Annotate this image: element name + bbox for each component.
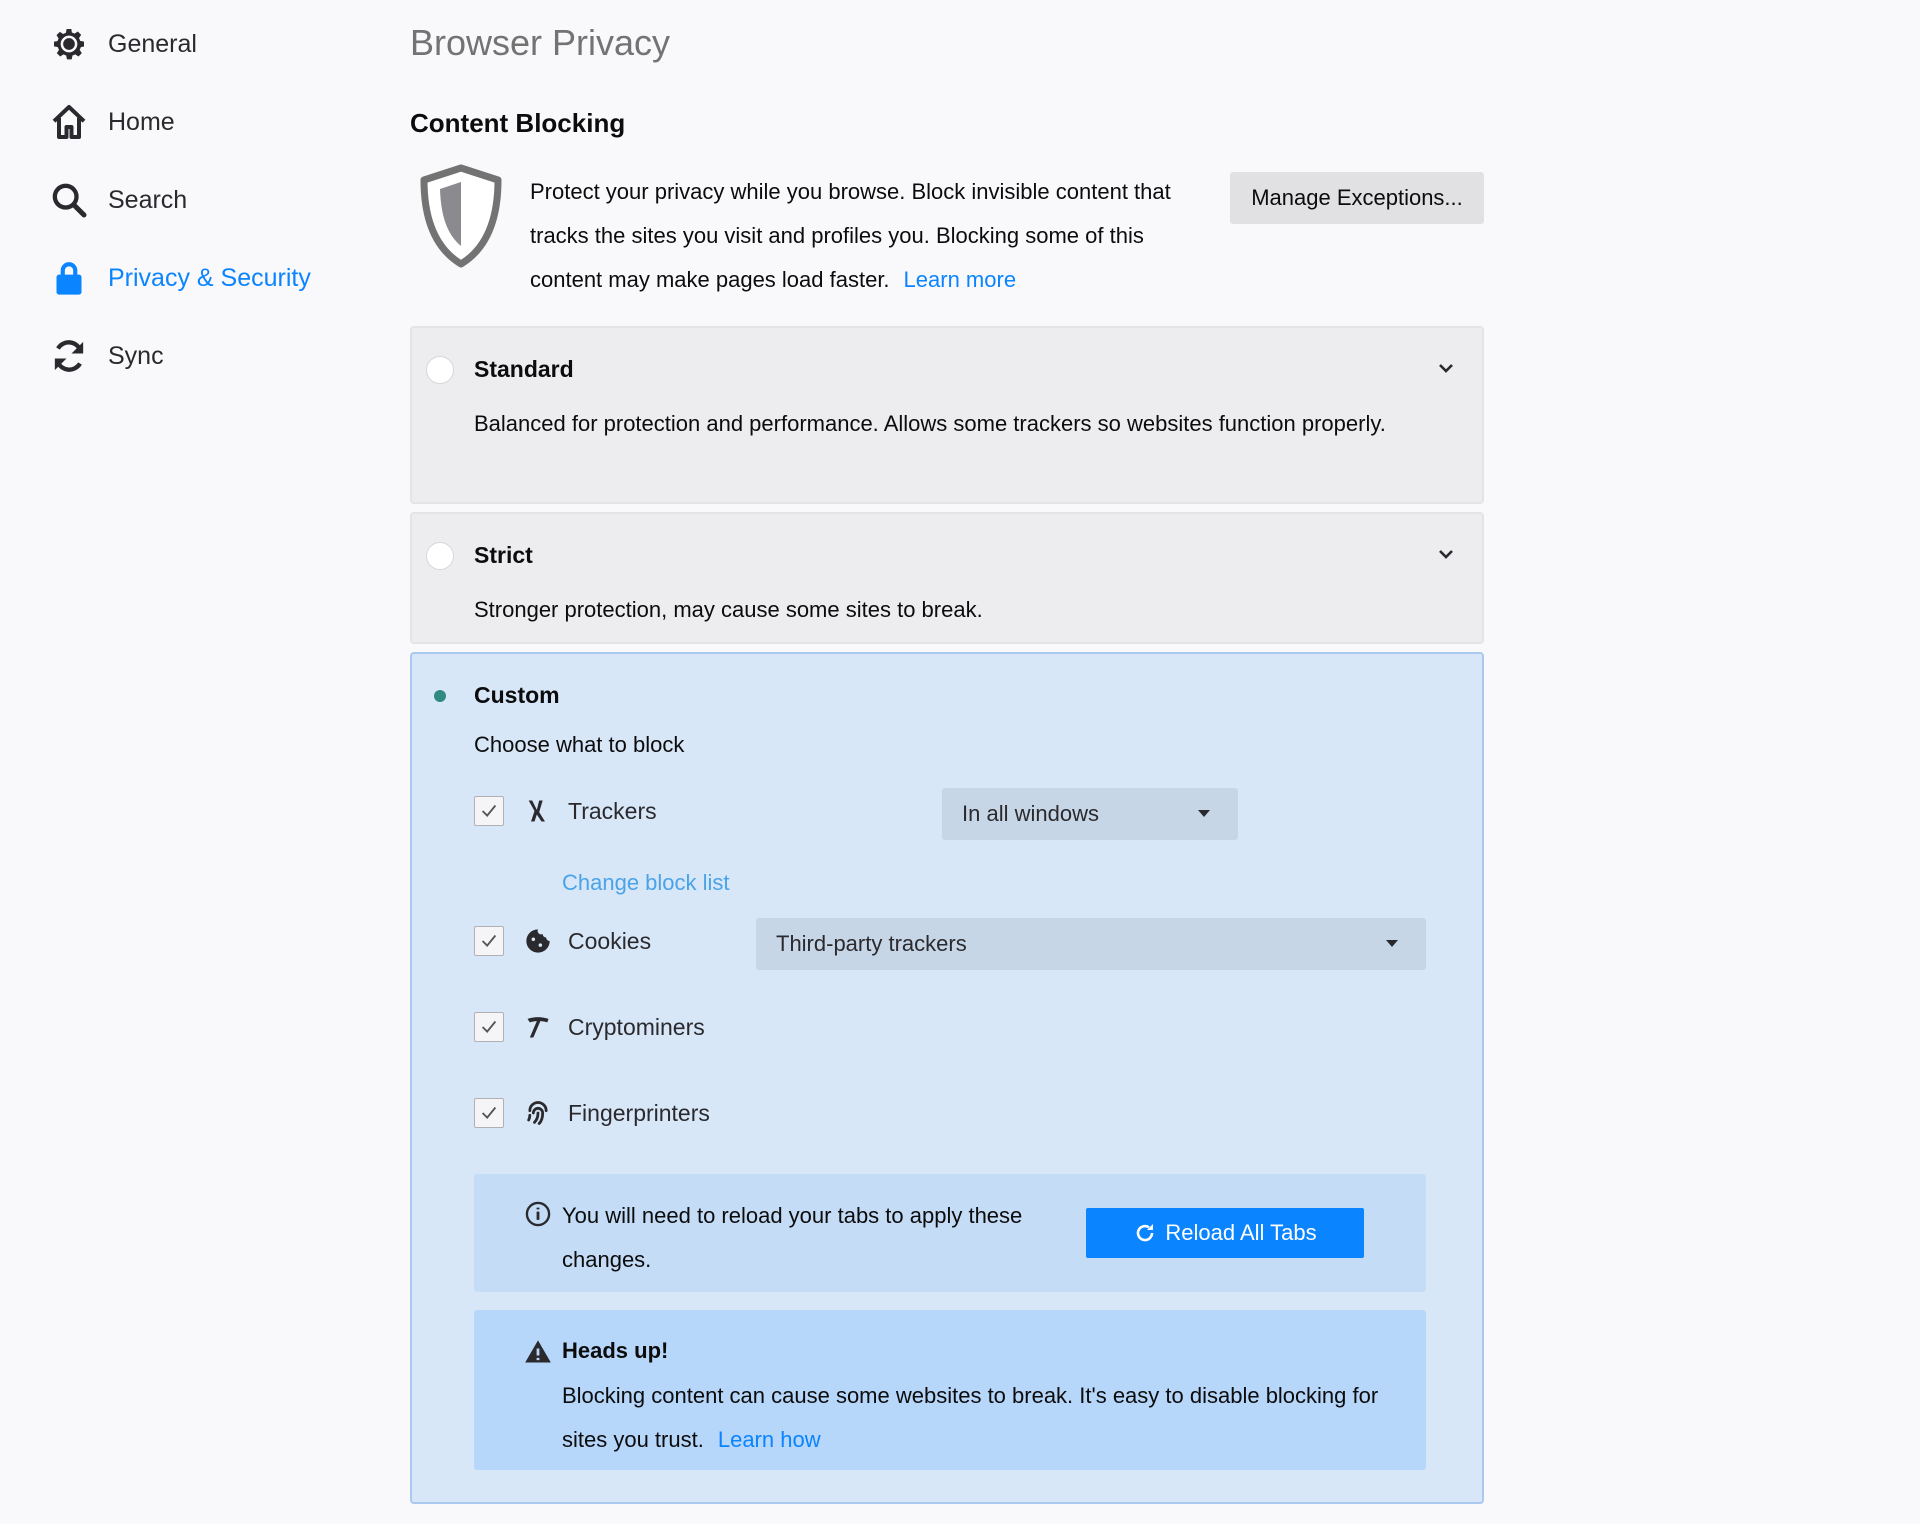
reload-notice: You will need to reload your tabs to app… (474, 1174, 1426, 1292)
sidebar-item-general[interactable]: General (48, 16, 197, 72)
custom-radio[interactable] (426, 682, 454, 710)
option-standard[interactable]: Standard Balanced for protection and per… (410, 326, 1484, 504)
page-title: Browser Privacy (410, 22, 671, 63)
content-blocking-intro: Protect your privacy while you browse. B… (410, 160, 1490, 300)
custom-title: Custom (474, 682, 560, 708)
lock-icon (48, 257, 90, 299)
cryptominers-checkbox[interactable] (474, 1012, 504, 1042)
info-icon (525, 1201, 551, 1227)
search-icon (48, 179, 90, 221)
chevron-down-icon[interactable] (1434, 356, 1458, 380)
option-strict[interactable]: Strict Stronger protection, may cause so… (410, 512, 1484, 644)
strict-title: Strict (474, 542, 533, 568)
sidebar-item-privacy-security[interactable]: Privacy & Security (48, 250, 311, 306)
checkmark-icon (481, 1020, 497, 1033)
cookies-label: Cookies (568, 927, 652, 954)
sidebar-item-label: General (108, 29, 197, 58)
manage-exceptions-button[interactable]: Manage Exceptions... (1230, 172, 1484, 224)
fingerprinters-checkbox[interactable] (474, 1098, 504, 1128)
sidebar: General Home Search Privacy & Security S… (0, 0, 380, 1524)
sidebar-item-home[interactable]: Home (48, 94, 175, 150)
checkmark-icon (481, 934, 497, 947)
sidebar-item-label: Privacy & Security (108, 263, 311, 292)
checkmark-icon (481, 804, 497, 817)
home-icon (48, 101, 90, 143)
strict-description: Stronger protection, may cause some site… (474, 597, 983, 622)
fingerprinters-label: Fingerprinters (568, 1099, 710, 1126)
dropdown-arrow-icon (1198, 810, 1210, 817)
choose-what-to-block: Choose what to block (474, 732, 685, 757)
cookie-icon (524, 926, 554, 956)
sidebar-item-sync[interactable]: Sync (48, 328, 164, 384)
sidebar-item-label: Home (108, 107, 175, 136)
cryptominers-row: Cryptominers (474, 1002, 705, 1052)
standard-title: Standard (474, 356, 574, 382)
reload-all-tabs-button[interactable]: Reload All Tabs (1086, 1208, 1364, 1258)
trackers-label: Trackers (568, 797, 657, 824)
option-custom[interactable]: Custom Choose what to block Trackers In … (410, 652, 1484, 1504)
section-title: Content Blocking (410, 108, 626, 138)
fingerprint-icon (524, 1098, 554, 1128)
chevron-down-icon[interactable] (1434, 542, 1458, 566)
trackers-checkbox[interactable] (474, 796, 504, 826)
standard-radio[interactable] (426, 356, 454, 384)
sync-icon (48, 335, 90, 377)
cookies-row: Cookies (474, 916, 651, 966)
trackers-select[interactable]: In all windows (942, 788, 1238, 840)
cryptominer-icon (524, 1012, 554, 1042)
warning-title: Heads up! (562, 1338, 669, 1363)
warning-text: Blocking content can cause some websites… (562, 1374, 1382, 1462)
heads-up-warning: Heads up! Blocking content can cause som… (474, 1310, 1426, 1470)
warning-description: Blocking content can cause some websites… (562, 1383, 1379, 1452)
warning-icon (525, 1340, 551, 1363)
trackers-select-value: In all windows (962, 801, 1099, 826)
sidebar-item-search[interactable]: Search (48, 172, 187, 228)
standard-description: Balanced for protection and performance.… (474, 411, 1386, 436)
gear-icon (48, 23, 90, 65)
sidebar-item-label: Sync (108, 341, 164, 370)
shield-icon (420, 164, 502, 268)
learn-more-link[interactable]: Learn more (904, 267, 1017, 292)
cookies-select-value: Third-party trackers (776, 931, 967, 956)
cryptominers-label: Cryptominers (568, 1013, 705, 1040)
cookies-select[interactable]: Third-party trackers (756, 918, 1426, 970)
intro-description: Protect your privacy while you browse. B… (530, 179, 1171, 292)
cookies-checkbox[interactable] (474, 926, 504, 956)
reload-icon (1137, 1224, 1154, 1242)
reload-notice-text: You will need to reload your tabs to app… (562, 1203, 1023, 1272)
strict-radio[interactable] (426, 542, 454, 570)
dropdown-arrow-icon (1386, 940, 1398, 947)
reload-all-tabs-label: Reload All Tabs (1165, 1220, 1317, 1245)
trackers-row: Trackers (474, 786, 657, 836)
change-block-list-link[interactable]: Change block list (562, 870, 730, 896)
tracker-icon (524, 796, 554, 826)
checkmark-icon (481, 1106, 497, 1119)
sidebar-item-label: Search (108, 185, 188, 214)
learn-how-link[interactable]: Learn how (718, 1427, 821, 1452)
fingerprinters-row: Fingerprinters (474, 1088, 710, 1138)
intro-text: Protect your privacy while you browse. B… (530, 170, 1220, 302)
